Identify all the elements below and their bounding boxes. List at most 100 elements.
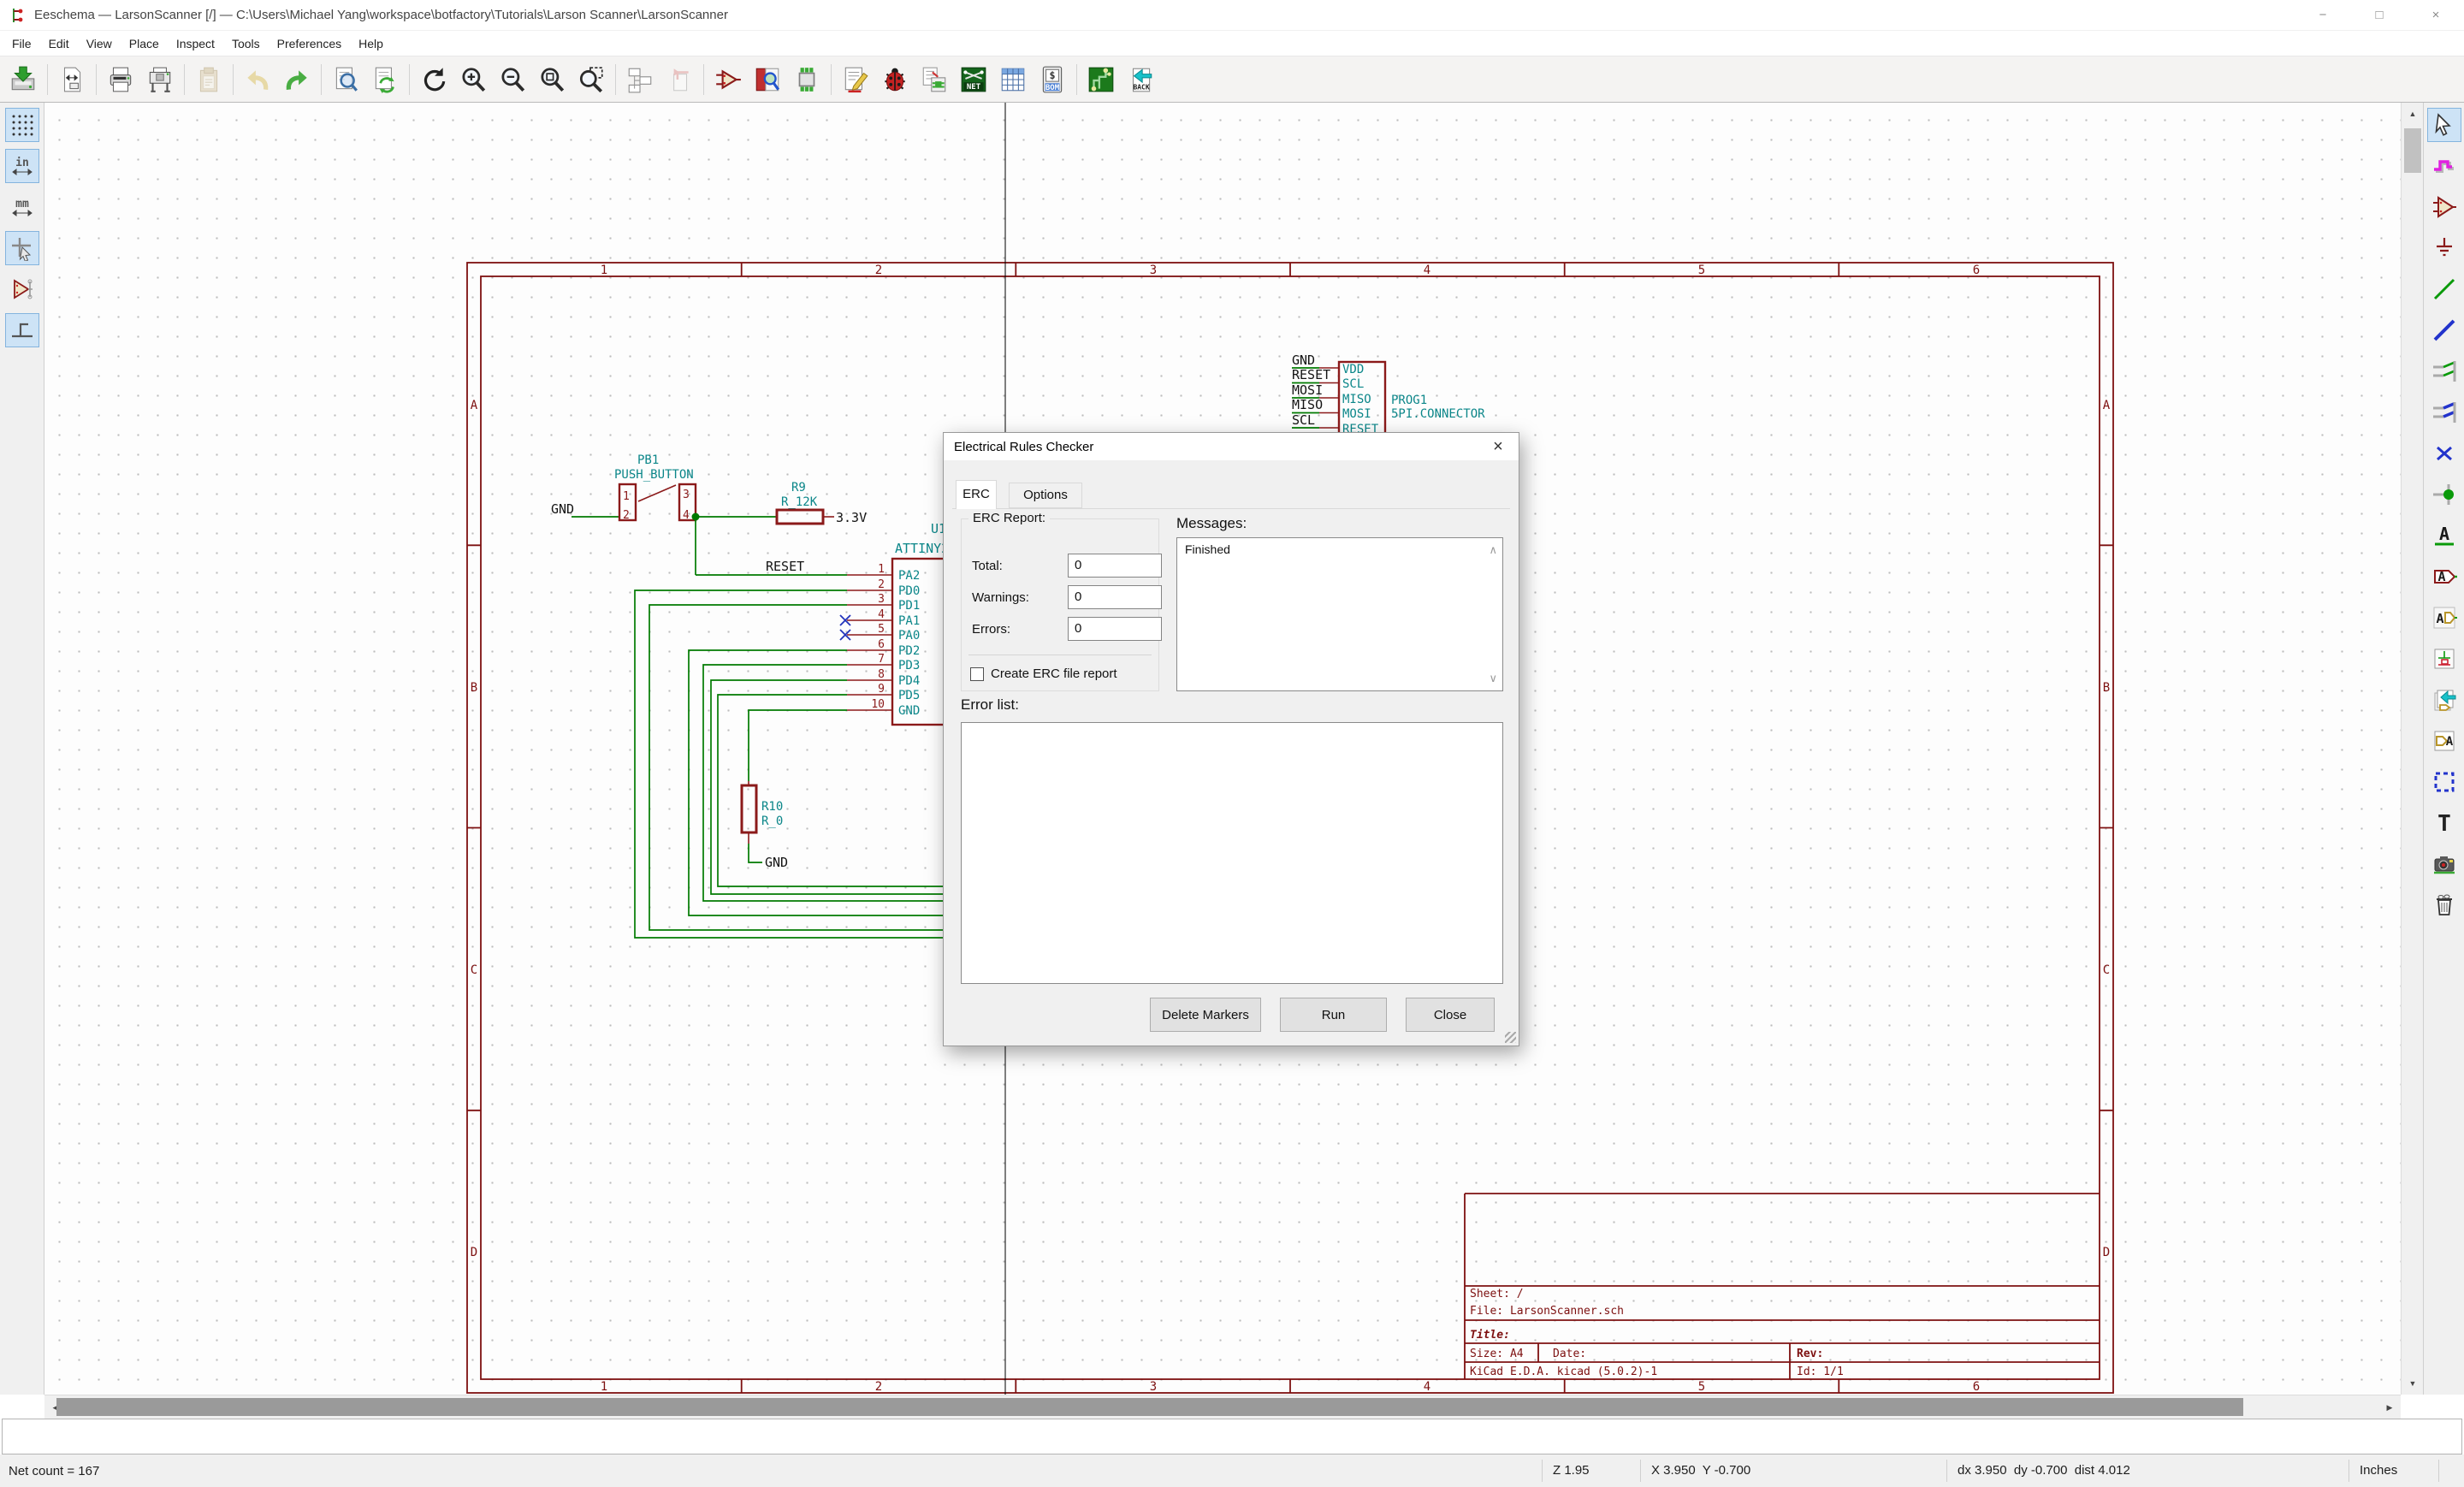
sheet-pin-tool[interactable]: A [2427, 724, 2461, 758]
hidden-pins-toggle[interactable] [5, 272, 39, 306]
redraw-view-button[interactable] [414, 60, 453, 99]
vertical-scrollbar[interactable]: ▲ ▼ [2401, 103, 2423, 1395]
u1-pin-number: 5 [878, 623, 885, 636]
select-tool[interactable] [2426, 108, 2461, 142]
delete-tool[interactable] [2427, 888, 2461, 922]
border-row-label: A [471, 399, 478, 412]
global-label-tool[interactable]: A [2427, 560, 2461, 594]
symbol-editor-button[interactable] [708, 60, 748, 99]
find-button[interactable] [326, 60, 365, 99]
minimize-button[interactable]: − [2295, 0, 2351, 31]
warnings-field[interactable]: 0 [1068, 585, 1162, 609]
scroll-up-icon[interactable]: ∧ [1489, 543, 1497, 557]
zoom-in-button[interactable] [453, 60, 493, 99]
component-pb1[interactable]: PB1 PUSH_BUTTON GND 1 2 3 4 [551, 453, 697, 522]
leave-sheet-button[interactable] [660, 60, 699, 99]
delete-markers-button[interactable]: Delete Markers [1150, 998, 1261, 1032]
netlist-button[interactable] [915, 60, 954, 99]
create-erc-report-checkbox[interactable] [970, 667, 984, 681]
undo-button[interactable] [238, 60, 277, 99]
no-connect-flag-tool[interactable] [2427, 436, 2461, 471]
bus-to-bus-entry-tool[interactable] [2427, 395, 2461, 430]
text-tool[interactable]: T [2427, 806, 2461, 840]
scroll-down-arrow-icon[interactable]: ▼ [2402, 1372, 2424, 1395]
menu-edit[interactable]: Edit [40, 31, 78, 56]
symbol-browser-button[interactable] [748, 60, 787, 99]
scroll-down-icon[interactable]: ∨ [1489, 672, 1497, 685]
net-reset[interactable]: RESET [696, 559, 847, 576]
paste-button[interactable] [189, 60, 228, 99]
bom-button[interactable]: $ BOM [1033, 60, 1072, 99]
import-sheet-pin-tool[interactable] [2427, 683, 2461, 717]
place-wire-tool[interactable] [2427, 272, 2461, 306]
place-bus-tool[interactable] [2427, 313, 2461, 347]
highlight-net-button[interactable]: NET [954, 60, 993, 99]
tab-options[interactable]: Options [1009, 483, 1082, 508]
component-r10[interactable]: R10 R_0 GND [740, 781, 788, 870]
close-dialog-button[interactable]: Close [1406, 998, 1495, 1032]
save-button[interactable] [3, 60, 43, 99]
resize-grip[interactable] [1505, 1032, 1516, 1043]
erc-dialog-titlebar[interactable]: Electrical Rules Checker × [944, 433, 1519, 460]
component-prog1[interactable]: GND RESET MOSI MISO SCL VDD SCL MISO MOS… [1292, 352, 1485, 442]
border-col-label: 4 [1424, 1380, 1430, 1394]
erc-button[interactable] [875, 60, 915, 99]
hv-orientation-toggle[interactable] [4, 313, 39, 347]
units-inches-toggle[interactable]: in [4, 149, 39, 183]
menu-inspect[interactable]: Inspect [168, 31, 223, 56]
messages-list[interactable]: Finished ∧ ∨ [1176, 537, 1503, 691]
junction-tool[interactable] [2427, 477, 2461, 512]
redo-button[interactable] [277, 60, 317, 99]
annotate-button[interactable] [836, 60, 875, 99]
tab-divider [952, 508, 1510, 509]
tab-erc[interactable]: ERC [956, 480, 997, 509]
print-button[interactable] [101, 60, 140, 99]
schematic-canvas[interactable]: 1 2 3 4 5 6 1 2 3 4 5 6 A B C D A B C D [44, 103, 2401, 1395]
menu-file[interactable]: File [3, 31, 40, 56]
menu-help[interactable]: Help [350, 31, 392, 56]
horizontal-scrollbar[interactable]: ◀ ▶ [44, 1395, 2401, 1419]
page-settings-button[interactable] [52, 60, 92, 99]
close-button[interactable]: × [2408, 0, 2464, 31]
cursor-shape-toggle[interactable] [4, 231, 39, 265]
back-import-button[interactable]: BACK [1121, 60, 1160, 99]
scroll-right-arrow-icon[interactable]: ▶ [2378, 1395, 2401, 1419]
hierarchical-label-tool[interactable]: A [2427, 601, 2461, 635]
total-field[interactable]: 0 [1068, 554, 1162, 578]
wire-to-bus-entry-tool[interactable] [2427, 354, 2461, 388]
zoom-out-button[interactable] [493, 60, 532, 99]
hierarchical-sheet-tool[interactable] [2427, 642, 2461, 676]
menu-preferences[interactable]: Preferences [269, 31, 350, 56]
net-label-tool[interactable]: A [2427, 518, 2461, 553]
pb1-ref: PB1 [637, 453, 659, 467]
error-list[interactable] [961, 722, 1503, 984]
erc-dialog-close-icon[interactable]: × [1488, 437, 1508, 457]
pcbnew-button[interactable] [1081, 60, 1121, 99]
menu-place[interactable]: Place [121, 31, 168, 56]
plot-button[interactable] [140, 60, 180, 99]
run-button[interactable]: Run [1280, 998, 1387, 1032]
net-label-reset: RESET [1292, 367, 1330, 382]
title-bar: Eeschema — LarsonScanner [/] — C:\Users\… [0, 0, 2464, 31]
zoom-to-selection-button[interactable] [572, 60, 611, 99]
grid-visibility-toggle[interactable] [4, 108, 39, 142]
graphic-polyline-tool[interactable] [2427, 765, 2461, 799]
scroll-up-arrow-icon[interactable]: ▲ [2402, 103, 2424, 125]
errors-field[interactable]: 0 [1068, 617, 1162, 641]
footprint-editor-button[interactable] [787, 60, 826, 99]
navigate-hierarchy-button[interactable] [620, 60, 660, 99]
place-symbol-tool[interactable] [2427, 190, 2461, 224]
fields-table-button[interactable] [993, 60, 1033, 99]
units-mm-toggle[interactable]: mm [5, 190, 39, 224]
highlight-net-tool[interactable] [2427, 149, 2461, 183]
maximize-button[interactable]: □ [2351, 0, 2408, 31]
pb1-pin2: 2 [623, 509, 630, 522]
image-tool[interactable] [2427, 847, 2461, 881]
menu-tools[interactable]: Tools [223, 31, 269, 56]
zoom-fit-button[interactable] [532, 60, 572, 99]
find-replace-button[interactable] [365, 60, 405, 99]
vertical-scroll-thumb[interactable] [2404, 128, 2421, 173]
horizontal-scroll-thumb[interactable] [56, 1398, 2243, 1416]
menu-view[interactable]: View [78, 31, 121, 56]
place-power-port-tool[interactable] [2427, 231, 2461, 265]
